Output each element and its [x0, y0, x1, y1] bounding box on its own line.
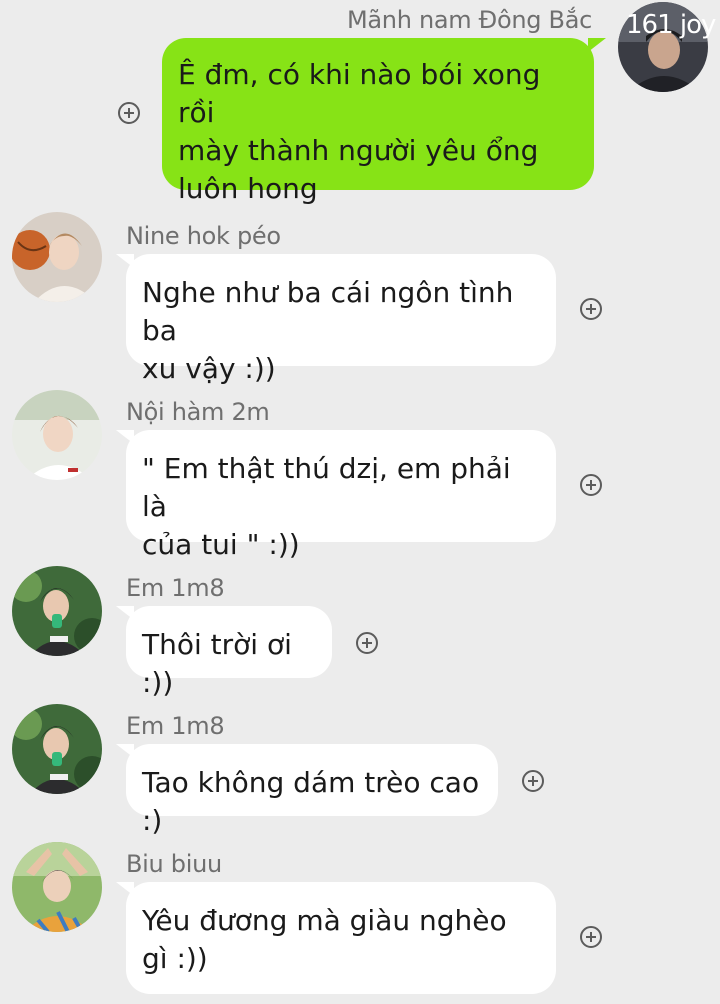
message-text: Ê đm, có khi nào bói xong rồi mày thành …: [178, 58, 541, 205]
message-text: " Em thật thú dzị, em phải là của tui " …: [142, 452, 511, 561]
message-text: Nghe như ba cái ngôn tình ba xu vậy :)): [142, 276, 514, 385]
message-bubble[interactable]: " Em thật thú dzị, em phải là của tui " …: [126, 430, 556, 561]
add-reaction-icon[interactable]: [580, 474, 602, 496]
avatar[interactable]: [12, 566, 102, 656]
message-text: Yêu đương mà giàu nghèo gì :)): [142, 904, 507, 975]
add-reaction-icon[interactable]: [580, 298, 602, 320]
add-reaction-icon[interactable]: [522, 770, 544, 792]
message-bubble[interactable]: Yêu đương mà giàu nghèo gì :)): [126, 882, 556, 994]
sender-name: Nine hok péo: [126, 222, 281, 250]
avatar[interactable]: [12, 390, 102, 480]
add-reaction-icon[interactable]: [580, 926, 602, 948]
message-bubble[interactable]: Tao không dám trèo cao :): [126, 744, 498, 837]
add-reaction-icon[interactable]: [118, 102, 140, 124]
sender-name: Biu biuu: [126, 850, 222, 878]
avatar[interactable]: [12, 212, 102, 302]
avatar[interactable]: [12, 704, 102, 794]
sender-name: Em 1m8: [126, 574, 225, 602]
avatar-overlay-label: 161 joy: [626, 10, 716, 40]
sender-name: Nội hàm 2m: [126, 398, 270, 426]
message-bubble[interactable]: Nghe như ba cái ngôn tình ba xu vậy :)): [126, 254, 556, 385]
message-bubble[interactable]: Ê đm, có khi nào bói xong rồi mày thành …: [162, 38, 594, 205]
add-reaction-icon[interactable]: [356, 632, 378, 654]
message-text: Tao không dám trèo cao :): [142, 766, 480, 837]
message-text: Thôi trời ơi :)): [142, 628, 292, 699]
message-bubble[interactable]: Thôi trời ơi :)): [126, 606, 332, 699]
avatar[interactable]: [12, 842, 102, 932]
sender-name: Em 1m8: [126, 712, 225, 740]
sender-name: Mãnh nam Đông Bắc: [346, 6, 592, 34]
